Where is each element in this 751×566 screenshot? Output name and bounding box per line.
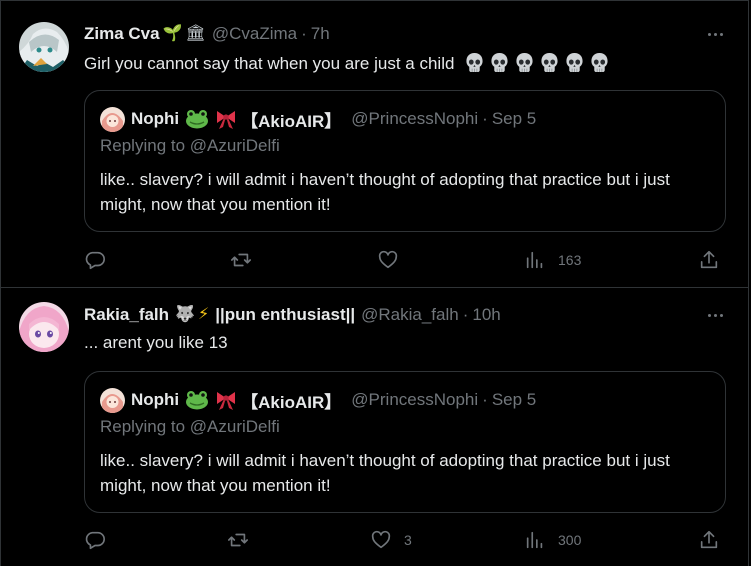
view-count: 300 [558,532,582,548]
display-name: Nophi [131,109,180,128]
skull-icon [566,53,583,72]
view-count: 163 [558,252,582,268]
separator: · [482,390,488,409]
timestamp[interactable]: 7h [311,24,330,44]
repost-icon [231,253,251,267]
tweet-text: ... arent you like 13 [84,333,228,352]
avatar[interactable] [19,302,69,352]
views-icon [526,531,543,549]
display-name: Nophi [131,390,180,409]
share-icon [700,250,718,269]
reply-icon [85,251,105,270]
like-icon [371,530,391,549]
action-bar: 3 300 [84,528,724,552]
display-name[interactable]: Rakia_falh [84,305,169,325]
tweet-header: Zima Cva 🌱 🏛 @CvaZima · 7h [84,23,330,45]
like-button[interactable] [377,248,411,272]
handle: @PrincessNophi [351,109,479,128]
avatar [100,387,125,413]
quoted-tweet[interactable]: Nophi 【AkioAIR】 @PrincessNophi · Sep 5 R… [84,90,726,232]
replying-to: Replying to @AzuriDelfi [100,136,280,155]
more-icon[interactable] [705,24,725,44]
repost-button[interactable] [230,248,264,272]
share-button[interactable] [698,248,720,272]
skull-emojis [459,53,609,73]
separator: · [482,109,488,128]
repost-button[interactable] [227,528,261,552]
views-button[interactable]: 163 [524,248,581,272]
display-name-suffix: 【AkioAIR】 [241,111,342,131]
skull-icon [541,53,558,72]
share-icon [700,530,718,549]
like-button[interactable]: 3 [370,528,412,552]
replying-to: Replying to @AzuriDelfi [100,417,280,436]
high-voltage-emoji: ⚡ [197,306,210,323]
skull-icon [491,53,508,72]
ribbon-emoji [215,108,237,130]
skull-icon [516,53,533,72]
tweet-header: Rakia_falh 🐺 ⚡ ||pun enthusiast|| @Rakia… [84,304,501,326]
quote-text: like.. slavery? i will admit i haven’t t… [100,451,670,495]
handle: @PrincessNophi [351,390,479,409]
views-button[interactable]: 300 [524,528,581,552]
skull-icon [591,53,608,72]
quoted-tweet[interactable]: Nophi 【AkioAIR】 @PrincessNophi · Sep 5 R… [84,371,726,513]
reply-button[interactable] [84,528,118,552]
share-button[interactable] [698,528,720,552]
display-name-suffix: ||pun enthusiast|| [215,305,356,324]
seedling-emoji: 🌱 [162,25,183,42]
quote-text: like.. slavery? i will admit i haven’t t… [100,170,670,214]
timestamp[interactable]: 10h [472,305,500,325]
display-name-suffix: 【AkioAIR】 [241,392,342,412]
reply-icon [85,531,105,550]
like-icon [378,250,398,269]
display-name[interactable]: Zima Cva [84,24,160,44]
avatar[interactable] [19,22,69,72]
frog-emoji [185,109,209,129]
separator: · [462,305,469,324]
tweet[interactable]: Zima Cva 🌱 🏛 @CvaZima · 7h Girl you cann… [0,0,749,288]
reply-button[interactable] [84,248,118,272]
date: Sep 5 [491,109,537,128]
skull-icon [466,53,483,72]
ribbon-emoji [215,389,237,411]
separator: · [301,24,307,43]
avatar [100,106,125,132]
quote-header: Nophi 【AkioAIR】 @PrincessNophi · Sep 5 [100,387,536,413]
views-icon [526,251,543,269]
date: Sep 5 [491,390,537,409]
tweet[interactable]: Rakia_falh 🐺 ⚡ ||pun enthusiast|| @Rakia… [0,287,749,566]
like-count: 3 [404,532,412,548]
handle[interactable]: @Rakia_falh [361,305,459,325]
wolf-emoji: 🐺 [175,306,195,323]
tweet-text: Girl you cannot say that when you are ju… [84,52,609,74]
tweet-text-content: Girl you cannot say that when you are ju… [84,54,455,73]
action-bar: 163 [84,248,724,272]
repost-icon [228,533,248,547]
classical-building-emoji: 🏛 [185,25,206,42]
frog-emoji [185,390,209,410]
more-icon[interactable] [705,305,725,325]
handle[interactable]: @CvaZima [212,24,297,44]
quote-header: Nophi 【AkioAIR】 @PrincessNophi · Sep 5 [100,106,536,132]
